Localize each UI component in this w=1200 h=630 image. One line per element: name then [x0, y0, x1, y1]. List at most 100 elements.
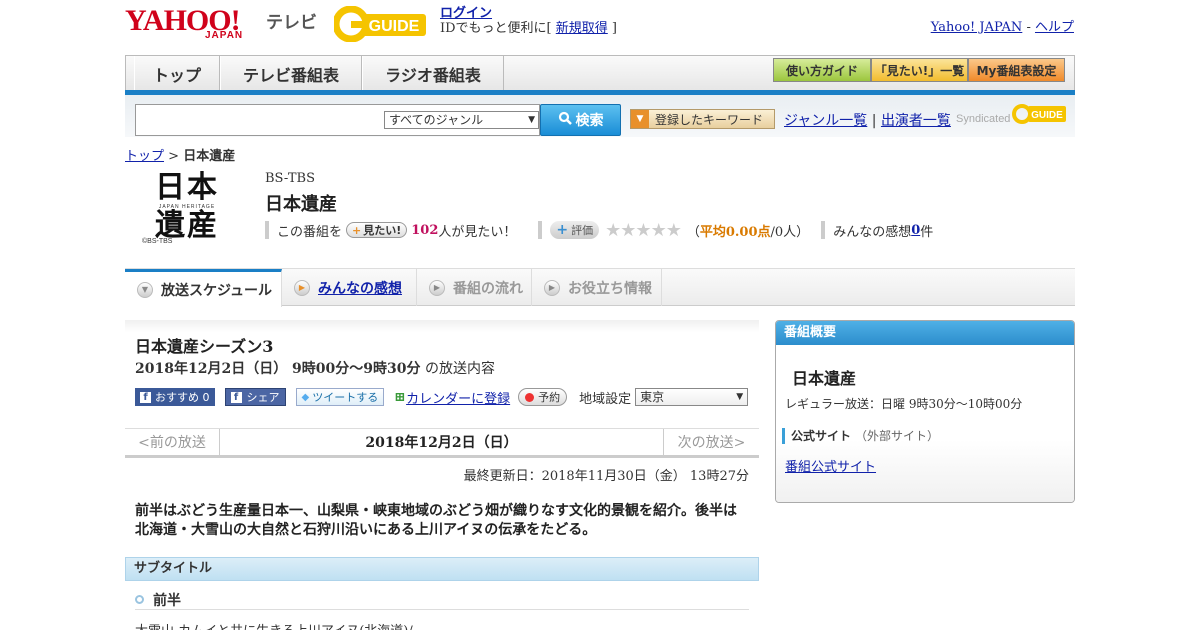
- want-button-label: 見たい!: [363, 224, 402, 237]
- want-button[interactable]: + 見たい!: [346, 222, 408, 238]
- official-site-note: （外部サイト）: [855, 429, 940, 443]
- share-row: f おすすめ 0 f シェア ◆ ツイートする ⊞ カレンダーに登録 予約 地域設定 …: [135, 387, 749, 407]
- recommend-button[interactable]: f おすすめ 0: [135, 388, 215, 406]
- chevron-right-icon: ▶: [429, 279, 445, 296]
- login-link[interactable]: ログイン: [440, 6, 492, 21]
- my-schedule-settings-button[interactable]: My番組表設定: [968, 58, 1065, 82]
- search-link-sep: |: [867, 113, 881, 129]
- registered-keyword-label: 登録したキーワード: [655, 112, 764, 127]
- want-suffix: 人が見たい！: [438, 224, 517, 240]
- svg-text:GUIDE: GUIDE: [1032, 110, 1064, 121]
- yahoo-japan-logo-sub: JAPAN: [205, 30, 244, 41]
- program-title: 日本遺産: [265, 194, 337, 215]
- usage-guide-button[interactable]: 使い方ガイド: [773, 58, 871, 82]
- subtitle-text: 大雪山 カムイと共に生きる上川アイヌ(北海道)/: [135, 620, 413, 630]
- official-site-link[interactable]: 番組公式サイト: [785, 456, 876, 475]
- episode-datetime: 2018年12月2日（日） 9時00分～9時30分: [135, 361, 421, 377]
- nav-tab-tv-schedule[interactable]: テレビ番組表: [220, 56, 362, 91]
- rating-stars: ★★★★★: [605, 219, 682, 241]
- breadcrumb-top-link[interactable]: トップ: [125, 149, 164, 164]
- facebook-icon: f: [230, 391, 242, 403]
- subtitle-item: 前半: [135, 590, 749, 610]
- syndicated-badge: Syndicated GUIDE: [956, 102, 1068, 126]
- genre-selected: すべてのジャンル: [389, 113, 484, 127]
- search-button[interactable]: 検索: [540, 104, 621, 136]
- tab-program-flow[interactable]: ▶ 番組の流れ: [417, 269, 532, 306]
- main-nav: トップ テレビ番組表 ラジオ番組表 使い方ガイド 「見たい!」一覧 My番組表設…: [125, 55, 1075, 91]
- region-selected: 東京: [640, 390, 665, 404]
- impressions-count-link[interactable]: 0: [911, 223, 920, 238]
- impressions-suffix: 件: [920, 224, 934, 240]
- tweet-button[interactable]: ◆ ツイートする: [295, 388, 385, 406]
- episode-date-suffix: の放送内容: [420, 361, 495, 377]
- rate-button[interactable]: + 評価: [550, 221, 600, 239]
- program-logo-text-1: 日本: [155, 170, 219, 205]
- genre-select[interactable]: すべてのジャンル ▼: [384, 111, 539, 129]
- performer-list-link[interactable]: 出演者一覧: [881, 113, 951, 129]
- official-site-heading: 公式サイト （外部サイト）: [782, 427, 939, 444]
- region-select[interactable]: 東京 ▼: [635, 388, 749, 406]
- header-sep: -: [1022, 20, 1035, 35]
- chevron-right-icon: ▶: [544, 279, 560, 296]
- facebook-icon: f: [140, 391, 151, 403]
- chevron-down-icon: ▼: [736, 392, 744, 402]
- dropdown-arrow-icon: ▼: [631, 110, 649, 128]
- tab-impressions[interactable]: ▶ みんなの感想: [282, 269, 417, 306]
- region-label: 地域設定: [579, 391, 632, 407]
- search-links: ジャンル一覧 | 出演者一覧: [784, 110, 951, 130]
- breadcrumb-current: 日本遺産: [183, 149, 236, 164]
- overview-heading: 番組概要: [776, 321, 1074, 345]
- syndicated-label: Syndicated: [956, 113, 1011, 125]
- breadcrumb-sep: >: [164, 149, 184, 164]
- share-label: シェア: [246, 391, 280, 404]
- program-overview-panel: 番組概要 日本遺産 レギュラー放送：日曜 9時30分～10時00分 公式サイト …: [775, 320, 1075, 503]
- channel-name: BS-TBS: [265, 171, 315, 186]
- subtitle-item-label: 前半: [153, 592, 181, 609]
- tab-useful-info[interactable]: ▶ お役立ち情報: [532, 269, 662, 306]
- nav-tab-radio-schedule[interactable]: ラジオ番組表: [362, 56, 504, 91]
- program-logo-copyright: ©BS-TBS: [142, 238, 173, 245]
- last-updated: 最終更新日：2018年11月30日（金） 13時27分: [463, 469, 749, 484]
- search-button-label: 検索: [575, 113, 604, 129]
- next-broadcast-link[interactable]: 次の放送>: [663, 429, 759, 455]
- program-tabs: ▼ 放送スケジュール ▶ みんなの感想 ▶ 番組の流れ ▶ お役立ち情報: [125, 268, 1075, 307]
- tab-impressions-label[interactable]: みんなの感想: [318, 278, 402, 298]
- help-link[interactable]: ヘルプ: [1035, 20, 1074, 35]
- want-list-button[interactable]: 「見たい!」一覧: [871, 58, 968, 82]
- plus-icon: +: [556, 222, 569, 238]
- tab-schedule-label: 放送スケジュール: [161, 282, 273, 299]
- stats-divider: [821, 221, 826, 239]
- regular-broadcast: レギュラー放送：日曜 9時30分～10時00分: [785, 397, 1023, 411]
- top-right-links: Yahoo! JAPAN - ヘルプ: [931, 16, 1074, 35]
- prev-broadcast-link[interactable]: <前の放送: [125, 429, 220, 455]
- login-hint-prefix: IDでもっと便利に[: [440, 21, 556, 36]
- twitter-bird-icon: ◆: [301, 391, 310, 403]
- chevron-down-icon: ▼: [528, 115, 535, 125]
- calendar-icon: ⊞: [394, 389, 406, 405]
- tweet-label: ツイートする: [312, 391, 379, 404]
- avg-open: （: [686, 224, 700, 240]
- nav-tab-top[interactable]: トップ: [134, 56, 220, 91]
- bullet-icon: [135, 595, 144, 604]
- calendar-link[interactable]: カレンダーに登録: [406, 388, 510, 407]
- registered-keyword-button[interactable]: ▼ 登録したキーワード: [630, 109, 775, 129]
- gguide-logo[interactable]: GUIDE: [332, 5, 432, 43]
- signup-link[interactable]: 新規取得: [556, 21, 608, 36]
- share-button[interactable]: f シェア: [224, 388, 286, 406]
- want-count: 102: [411, 222, 439, 238]
- login-hint-suffix: ]: [607, 21, 617, 36]
- tab-program-flow-label: 番組の流れ: [453, 280, 523, 297]
- tv-logo-label[interactable]: テレビ: [266, 8, 317, 33]
- tab-useful-info-label: お役立ち情報: [568, 280, 652, 297]
- heading-marker: [782, 427, 785, 444]
- yahoo-japan-link[interactable]: Yahoo! JAPAN: [931, 20, 1023, 35]
- reserve-button[interactable]: 予約: [518, 388, 568, 406]
- episode-title: 日本遺産シーズン3: [135, 337, 274, 356]
- avg-score: 平均0.00点: [699, 224, 771, 240]
- current-broadcast-date: 2018年12月2日（日）: [365, 435, 518, 451]
- tab-schedule[interactable]: ▼ 放送スケジュール: [125, 269, 282, 307]
- broadcast-pager: <前の放送 2018年12月2日（日） 次の放送>: [125, 428, 759, 458]
- avg-people: /0人）: [770, 224, 810, 240]
- genre-list-link[interactable]: ジャンル一覧: [784, 113, 867, 129]
- subtitle-heading: サブタイトル: [125, 557, 759, 581]
